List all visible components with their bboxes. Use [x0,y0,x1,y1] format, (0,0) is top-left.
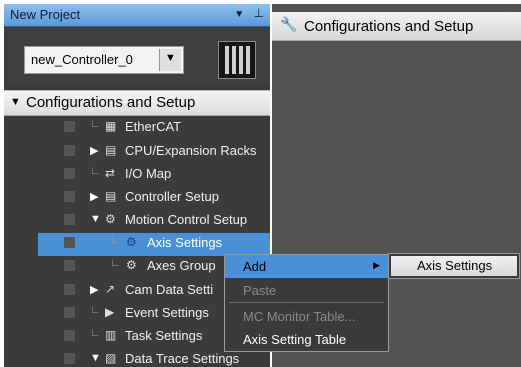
status-square [64,353,75,364]
tab-label: Configurations and Setup [304,18,474,35]
collapse-toggle-icon[interactable]: ▼ [10,96,21,108]
tree-item-ethercat[interactable]: ∟ ▦ EtherCAT [4,117,270,140]
expand-arrow-icon[interactable]: ▶ [90,190,98,203]
menu-item-add[interactable]: Add ▶ [225,255,388,278]
status-square [64,168,75,179]
pane-title: New Project [10,7,81,22]
tree-item-label: Axes Group [147,258,216,273]
controller-dropdown-button[interactable]: ▼ [159,49,181,71]
flag-icon: ▶ [105,305,115,319]
tree-item-label: EtherCAT [125,119,182,134]
tree-connector-icon: ∟ [110,257,121,269]
menu-item-axis-setting-table[interactable]: Axis Setting Table [225,328,388,351]
tree-connector-icon: ∟ [110,234,121,246]
trace-icon: ▨ [105,351,117,365]
status-square [64,145,75,156]
controller-module-bar [232,46,236,74]
status-square [64,191,75,202]
tree-item-label: Data Trace Settings [125,351,240,366]
collapse-arrow-icon[interactable]: ▼ [90,352,101,364]
pane-controls: ▼ ⊥ [234,6,264,20]
tree-item-label: Cam Data Setti [125,282,214,297]
pin-icon[interactable]: ⊥ [254,6,264,20]
expand-arrow-icon[interactable]: ▶ [90,283,98,296]
tree-item-controller-setup[interactable]: ▶ ▤ Controller Setup [4,187,270,210]
collapse-arrow-icon[interactable]: ▼ [90,213,101,225]
document-tab[interactable]: 🔧 Configurations and Setup [272,12,521,41]
status-square [64,307,75,318]
tree-connector-icon: ∟ [90,118,101,130]
controller-module-bar [246,46,250,74]
menu-item-label: Axis Settings [417,258,493,273]
expand-arrow-icon[interactable]: ▶ [90,144,98,157]
section-title: Configurations and Setup [26,94,196,111]
add-submenu: Axis Settings [388,253,520,279]
tree-item-label: Axis Settings [147,235,223,250]
menu-separator [229,302,384,303]
dropdown-arrow-icon: ▼ [165,52,176,64]
tree-item-cpu-racks[interactable]: ▶ ▤ CPU/Expansion Racks [4,141,270,164]
tree-connector-icon: ∟ [90,165,101,177]
controller-selector-row: new_Controller_0 ▼ [4,28,270,84]
status-square [64,330,75,341]
tree-item-label: Event Settings [125,305,209,320]
task-icon: ▥ [105,328,117,342]
gear-icon: ⚙ [126,235,137,249]
submenu-arrow-icon: ▶ [373,260,380,270]
status-square [64,260,75,271]
tree-item-label: Controller Setup [125,189,219,204]
tree-connector-icon: ∟ [90,327,101,339]
menu-item-paste: Paste [225,279,388,302]
tree-item-label: Motion Control Setup [125,212,248,227]
menu-item-label: Axis Setting Table [243,332,347,347]
context-menu: Add ▶ Paste MC Monitor Table... Axis Set… [224,254,389,352]
controller-module-bar [239,46,243,74]
status-square [64,121,75,132]
tree-item-label: I/O Map [125,166,172,181]
screenshot-frame: New Project ▼ ⊥ new_Controller_0 ▼ ▼ Con… [0,0,521,367]
controller-name: new_Controller_0 [31,52,133,67]
menu-item-mc-monitor-table: MC Monitor Table... [225,305,388,328]
rack-icon: ▤ [105,143,117,157]
dropdown-arrow-icon[interactable]: ▼ [234,9,244,20]
tree-item-label: CPU/Expansion Racks [125,143,257,158]
ethercat-icon: ▦ [105,119,117,133]
controller-select[interactable]: new_Controller_0 ▼ [24,46,184,74]
submenu-item-axis-settings[interactable]: Axis Settings [391,256,517,276]
wrench-icon: 🔧 [280,16,298,32]
gear-icon: ⚙ [105,212,116,226]
gears-icon: ⚙ [126,258,137,272]
tree-item-motion-control-setup[interactable]: ▼ ⚙ Motion Control Setup [4,210,270,233]
tree-item-axis-settings[interactable]: ∟ ⚙ Axis Settings [4,233,270,256]
tree-item-io-map[interactable]: ∟ ⇄ I/O Map [4,164,270,187]
cam-icon: ↗ [105,282,116,296]
configurations-section-header[interactable]: ▼ Configurations and Setup [4,90,270,116]
controller-image [218,41,256,79]
menu-item-label: Add [243,259,267,274]
controller-setup-icon: ▤ [105,189,117,203]
io-map-icon: ⇄ [105,166,116,180]
menu-item-label: MC Monitor Table... [243,309,356,324]
tree-connector-icon: ∟ [90,304,101,316]
menu-item-label: Paste [243,283,277,298]
status-square [64,284,75,295]
tree-item-label: Task Settings [125,328,203,343]
pane-header: New Project ▼ ⊥ [4,4,270,27]
status-square [64,214,75,225]
controller-module-bar [225,46,229,74]
status-square [64,237,75,248]
